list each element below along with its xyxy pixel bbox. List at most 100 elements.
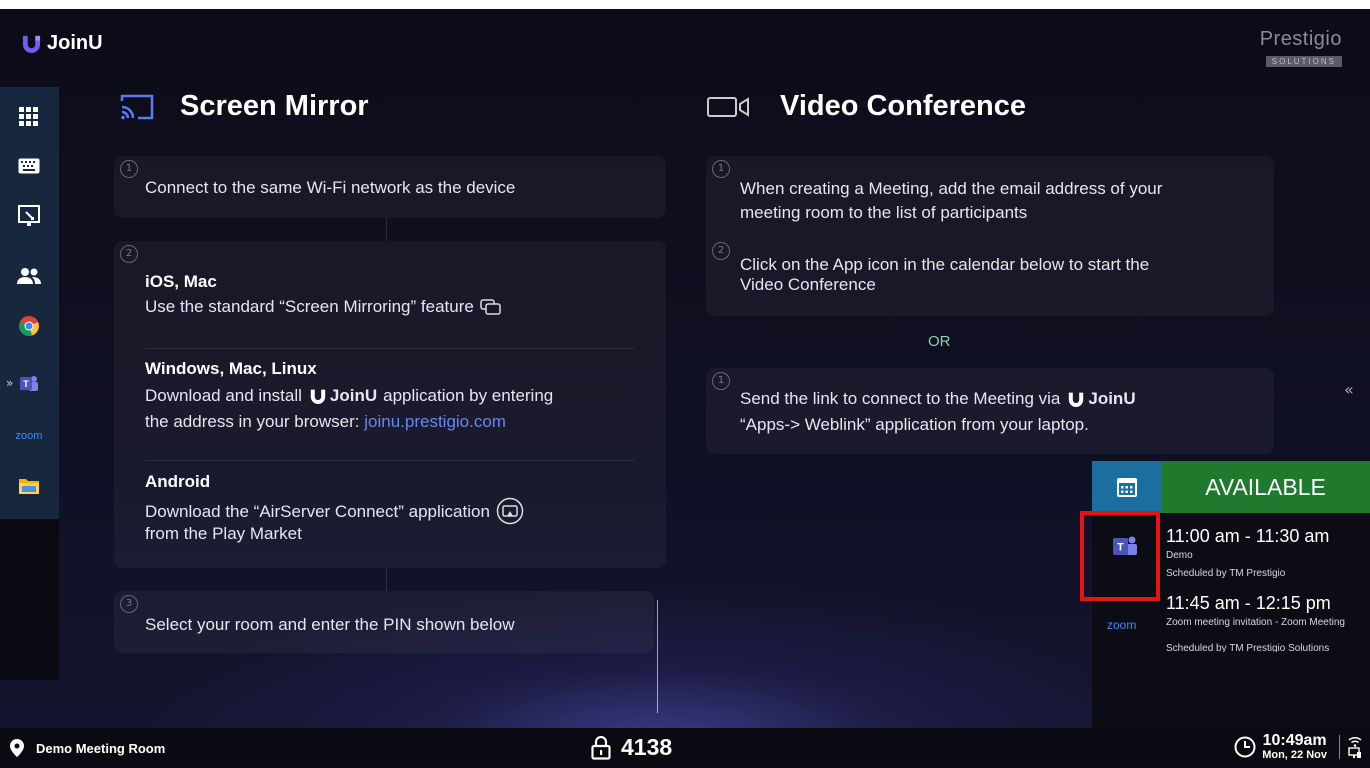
screen-mirror-title: Screen Mirror xyxy=(180,90,369,122)
brand-subtitle: SOLUTIONS xyxy=(1265,56,1342,67)
android-title: Android xyxy=(145,472,211,491)
windows-text-line-2: the address in your browser: joinu.prest… xyxy=(145,411,506,432)
zoom-app-icon[interactable]: zoom xyxy=(1107,614,1136,633)
event-title: Demo xyxy=(1166,550,1193,561)
room-pin: 4138 xyxy=(591,734,672,761)
joinu-web-link[interactable]: joinu.prestigio.com xyxy=(364,412,506,431)
sidebar: » T zoom xyxy=(0,87,59,680)
room-name: Demo Meeting Room xyxy=(10,739,165,757)
mirror-step-2-card: 2 iOS, Mac Use the standard “Screen Mirr… xyxy=(114,241,666,568)
lock-icon xyxy=(591,735,611,760)
clock-date: Mon, 22 Nov xyxy=(1262,749,1327,761)
whiteboard-icon[interactable] xyxy=(14,201,44,231)
android-text-part-1: Download the “AirServer Connect” applica… xyxy=(145,501,490,521)
clock-time: 10:49am xyxy=(1262,732,1327,749)
brand-logo: Prestigio SOLUTIONS xyxy=(1260,28,1342,69)
mirror-step-3-card: 3 Select your room and enter the PIN sho… xyxy=(114,591,654,653)
calendar-icon xyxy=(1116,478,1137,497)
app-logo: JoinU xyxy=(22,32,103,55)
event-time: 11:45 am - 12:15 pm xyxy=(1166,593,1331,613)
room-name-text: Demo Meeting Room xyxy=(36,740,166,756)
status-bar: Demo Meeting Room 4138 10:49am Mon, 22 N… xyxy=(0,728,1370,768)
top-white-strip xyxy=(0,0,1370,9)
screen-mirroring-icon xyxy=(480,298,501,315)
svg-text:T: T xyxy=(23,379,29,389)
step-number: 1 xyxy=(120,160,138,178)
divider xyxy=(1339,735,1340,759)
connector-line xyxy=(386,218,387,241)
airserver-icon xyxy=(496,497,524,525)
calendar-button[interactable] xyxy=(1092,461,1161,513)
conference-step-2-line-2: Video Conference xyxy=(740,275,876,294)
step-number: 1 xyxy=(712,160,730,178)
weblink-app-name: JoinU xyxy=(1088,389,1136,408)
pin-code: 4138 xyxy=(621,734,673,760)
step-number: 1 xyxy=(712,372,730,390)
or-separator: OR xyxy=(928,333,951,350)
ios-mac-title: iOS, Mac xyxy=(145,272,217,291)
divider xyxy=(145,348,635,349)
pin-pointer-line xyxy=(657,600,658,713)
step-number: 3 xyxy=(120,595,138,613)
clock-icon xyxy=(1234,736,1256,758)
weblink-line-1: Send the link to connect to the Meeting … xyxy=(740,388,1136,409)
windows-text-part-1: Download and install xyxy=(145,386,302,405)
zoom-app-label: zoom xyxy=(1107,618,1137,632)
event-time: 11:00 am - 11:30 am xyxy=(1166,526,1330,546)
teams-icon[interactable]: » T xyxy=(6,369,44,399)
weblink-text-1: Send the link to connect to the Meeting … xyxy=(740,389,1061,408)
conference-weblink-card: 1 Send the link to connect to the Meetin… xyxy=(706,368,1274,454)
divider xyxy=(145,460,635,461)
keyboard-icon[interactable] xyxy=(14,151,44,181)
wifi-icon xyxy=(1348,736,1362,747)
location-pin-icon xyxy=(10,739,24,757)
android-text-line-2: from the Play Market xyxy=(145,524,302,543)
mirror-step-1-text: Connect to the same Wi-Fi network as the… xyxy=(145,178,516,197)
windows-app-name: JoinU xyxy=(329,386,378,405)
room-status-badge: AVAILABLE xyxy=(1161,461,1370,513)
video-conference-heading: Video Conference xyxy=(706,90,1026,123)
windows-title: Windows, Mac, Linux xyxy=(145,359,317,378)
android-text-line-1: Download the “AirServer Connect” applica… xyxy=(145,497,524,525)
step-number: 2 xyxy=(712,242,730,260)
video-camera-icon xyxy=(707,96,749,117)
clock: 10:49am Mon, 22 Nov xyxy=(1234,732,1362,762)
conference-step-2-line-1: Click on the App icon in the calendar be… xyxy=(740,255,1150,274)
connector-line xyxy=(386,568,387,591)
ios-mac-text: Use the standard “Screen Mirroring” feat… xyxy=(145,296,502,317)
ios-mac-description: Use the standard “Screen Mirroring” feat… xyxy=(145,297,474,316)
users-icon[interactable] xyxy=(14,261,44,291)
calendar-header: AVAILABLE xyxy=(1092,461,1370,513)
apps-grid-icon[interactable] xyxy=(14,102,44,132)
conference-steps-card: 1 When creating a Meeting, add the email… xyxy=(706,156,1274,316)
joinu-logo-icon xyxy=(1069,392,1084,407)
video-conference-title: Video Conference xyxy=(780,90,1027,122)
zoom-icon[interactable]: zoom xyxy=(7,421,51,451)
windows-text-line-1: Download and install JoinU application b… xyxy=(145,385,553,406)
windows-text-part-2: application by entering xyxy=(383,386,554,405)
conference-step-1-line-2: meeting room to the list of participants xyxy=(740,203,1028,222)
mirror-step-1-card: 1 Connect to the same Wi-Fi network as t… xyxy=(114,156,666,218)
conference-step-1-line-1: When creating a Meeting, add the email a… xyxy=(740,179,1163,198)
event-organizer: Scheduled by TM Prestigio Solutions xyxy=(1166,643,1330,652)
connection-status xyxy=(1348,736,1362,759)
screen-mirror-heading: Screen Mirror xyxy=(120,90,369,123)
event-title: Zoom meeting invitation - Zoom Meeting xyxy=(1166,617,1345,628)
collapse-panel-icon[interactable]: « xyxy=(1344,380,1354,399)
highlight-box xyxy=(1080,511,1160,601)
joinu-logo-icon xyxy=(310,389,326,404)
event-organizer: Scheduled by TM Prestigio xyxy=(1166,568,1286,579)
cast-icon xyxy=(120,94,154,119)
brand-name: Prestigio xyxy=(1259,28,1342,50)
app-name: JoinU xyxy=(47,32,103,54)
chrome-icon[interactable] xyxy=(14,311,44,341)
windows-text-part-3: the address in your browser: xyxy=(145,412,360,431)
network-icon xyxy=(1348,746,1361,758)
joinu-logo-icon xyxy=(22,35,41,53)
zoom-label: zoom xyxy=(15,430,43,442)
folder-icon[interactable] xyxy=(14,471,44,501)
step-number: 2 xyxy=(120,245,138,263)
weblink-line-2: “Apps-> Weblink” application from your l… xyxy=(740,415,1089,434)
expand-chevron-icon[interactable]: » xyxy=(6,376,13,390)
mirror-step-3-text: Select your room and enter the PIN shown… xyxy=(145,615,515,634)
